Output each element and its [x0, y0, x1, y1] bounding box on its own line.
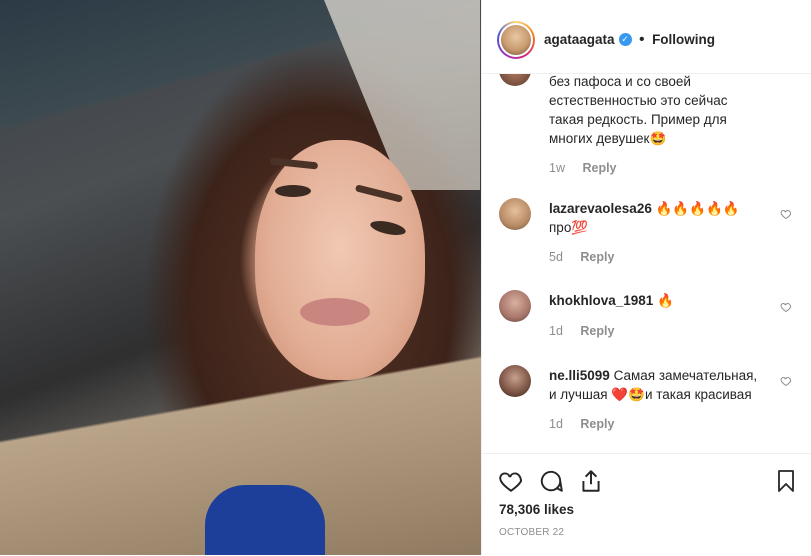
like-heart-icon[interactable]	[498, 468, 524, 494]
comment-avatar[interactable]	[499, 365, 531, 397]
comment-item: ne.lli5099 Самая замечательная, и лучшая…	[549, 366, 779, 431]
comments-list[interactable]: без пафоса и со своей естественностью эт…	[482, 74, 811, 452]
like-comment-heart-icon[interactable]	[780, 208, 792, 220]
like-comment-heart-icon[interactable]	[780, 301, 792, 313]
author-line: agataagata ✓ • Following	[544, 31, 715, 49]
verified-badge-icon: ✓	[618, 33, 632, 47]
comment-text: khokhlova_1981 🔥	[549, 293, 674, 308]
comment-avatar[interactable]	[499, 74, 531, 86]
post-side-panel: agataagata ✓ • Following без пафоса и со …	[481, 0, 811, 555]
comment-meta: 5d Reply	[549, 250, 769, 264]
comment-username[interactable]: khokhlova_1981	[549, 293, 653, 308]
comment-text: без пафоса и со своей естественностью эт…	[549, 74, 728, 146]
face	[255, 140, 425, 380]
comment-meta: 1d Reply	[549, 324, 769, 338]
following-button[interactable]: Following	[652, 32, 715, 47]
comment-time: 1d	[549, 324, 563, 338]
comment-icon[interactable]	[538, 468, 564, 494]
shirt	[205, 485, 325, 555]
comment-time: 1d	[549, 417, 563, 431]
comment-item: khokhlova_1981 🔥 1d Reply	[549, 291, 769, 338]
post-actions: 78,306 likes OCTOBER 22	[482, 453, 811, 556]
post-photo[interactable]	[0, 0, 481, 555]
comment-text: ne.lli5099 Самая замечательная, и лучшая…	[549, 368, 758, 402]
comment-time: 5d	[549, 250, 563, 264]
reply-button[interactable]: Reply	[580, 417, 614, 431]
comment-avatar[interactable]	[499, 290, 531, 322]
comment-time: 1w	[549, 161, 565, 175]
comment-avatar[interactable]	[499, 198, 531, 230]
author-avatar[interactable]	[497, 21, 535, 59]
like-comment-heart-icon[interactable]	[780, 375, 792, 387]
comment-item: lazarevaolesa26 🔥🔥🔥🔥🔥 про💯 5d Reply	[549, 199, 769, 264]
comment-meta: 1d Reply	[549, 417, 779, 431]
comment-text: lazarevaolesa26 🔥🔥🔥🔥🔥 про💯	[549, 201, 740, 235]
like-count[interactable]: 78,306 likes	[499, 502, 574, 517]
author-username[interactable]: agataagata	[544, 32, 615, 47]
comment-meta: 1w Reply	[549, 161, 794, 175]
comment-item: без пафоса и со своей естественностью эт…	[549, 74, 794, 175]
save-bookmark-icon[interactable]	[774, 468, 798, 494]
reply-button[interactable]: Reply	[580, 250, 614, 264]
lips	[300, 298, 370, 326]
comment-username[interactable]: ne.lli5099	[549, 368, 610, 383]
reply-button[interactable]: Reply	[580, 324, 614, 338]
left-eye	[275, 185, 311, 197]
separator-dot: •	[639, 31, 645, 48]
reply-button[interactable]: Reply	[582, 161, 616, 175]
share-icon[interactable]	[578, 468, 604, 494]
post-header: agataagata ✓ • Following	[482, 0, 811, 74]
post-date[interactable]: OCTOBER 22	[499, 527, 564, 538]
comment-username[interactable]: lazarevaolesa26	[549, 201, 652, 216]
